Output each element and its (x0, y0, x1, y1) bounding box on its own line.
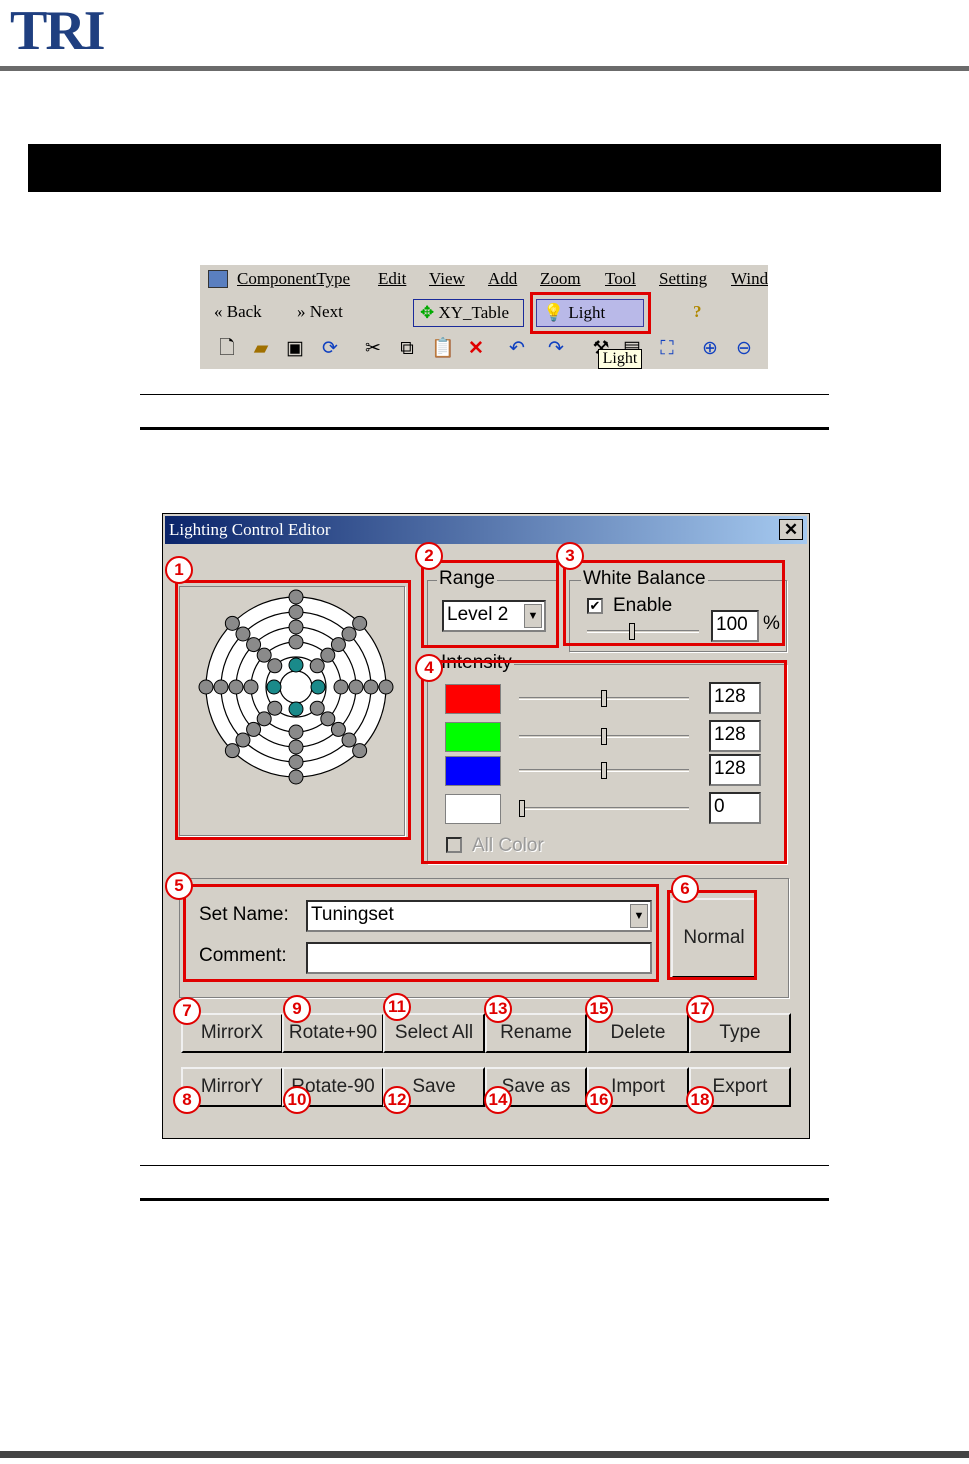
double-chevron-left-icon: « (214, 302, 223, 321)
marker-16: 16 (585, 1086, 613, 1114)
fit-view-icon[interactable]: ⛶ (656, 338, 678, 360)
marker-12: 12 (383, 1086, 411, 1114)
paste-icon[interactable]: 📋 (431, 338, 455, 360)
marker-14: 14 (484, 1086, 512, 1114)
menu-bar: ComponentType Edit View Add Zoom Tool Se… (200, 265, 768, 295)
next-label: Next (309, 302, 343, 321)
double-chevron-right-icon: » (297, 302, 306, 321)
highlight-box-6 (667, 890, 757, 980)
menu-componenttype[interactable]: ComponentType (237, 269, 350, 289)
light-tooltip: Light (598, 349, 642, 369)
marker-3: 3 (556, 542, 584, 570)
dialog-title: Lighting Control Editor (169, 520, 331, 539)
highlight-box-2 (421, 560, 559, 648)
figure-caption-rule-2 (140, 1165, 829, 1201)
app-icon (208, 270, 228, 288)
cut-icon[interactable]: ✂ (362, 338, 384, 360)
marker-2: 2 (415, 542, 443, 570)
marker-8: 8 (173, 1086, 201, 1114)
marker-1: 1 (165, 556, 193, 584)
menu-tool[interactable]: Tool (605, 269, 636, 289)
menu-view[interactable]: View (429, 269, 465, 289)
save-disk-icon[interactable]: ▣ (284, 338, 306, 360)
tri-logo: TRI (10, 0, 106, 62)
dialog-titlebar: Lighting Control Editor ✕ (165, 516, 807, 544)
move-arrows-icon: ✥ (420, 303, 435, 322)
close-button[interactable]: ✕ (779, 519, 803, 540)
refresh-icon[interactable]: ⟳ (319, 338, 341, 360)
menu-setting[interactable]: Setting (659, 269, 707, 289)
marker-5: 5 (165, 872, 193, 900)
back-label: Back (226, 302, 262, 321)
menu-add[interactable]: Add (488, 269, 517, 289)
marker-13: 13 (484, 995, 512, 1023)
standard-toolbar: 🗋 ▰ ▣ ⟳ ✂ ⧉ 📋 ✕ ↶ ↷ ⚒ ▤ ⛶ ⊕ ⊖ (200, 333, 768, 367)
figure-caption-rule-1 (140, 394, 829, 430)
highlight-box-3 (563, 560, 785, 646)
copy-icon[interactable]: ⧉ (396, 338, 418, 360)
open-folder-icon[interactable]: ▰ (250, 338, 272, 360)
light-highlight-box (530, 292, 651, 334)
highlight-box-5 (183, 884, 659, 982)
menu-window[interactable]: Wind (731, 269, 768, 289)
marker-17: 17 (686, 995, 714, 1023)
xy-table-button[interactable]: ✥ XY_Table (413, 299, 524, 327)
section-title-bar (28, 144, 941, 192)
marker-10: 10 (283, 1086, 311, 1114)
back-button[interactable]: « Back (214, 299, 294, 327)
help-icon[interactable]: ? (693, 299, 715, 327)
marker-6: 6 (671, 875, 699, 903)
zoom-in-icon[interactable]: ⊕ (699, 338, 721, 360)
new-file-icon[interactable]: 🗋 (216, 338, 238, 360)
highlight-box-1 (175, 580, 411, 840)
zoom-out-icon[interactable]: ⊖ (733, 338, 755, 360)
next-button[interactable]: » Next (297, 299, 377, 327)
undo-icon[interactable]: ↶ (506, 338, 528, 360)
menu-zoom[interactable]: Zoom (540, 269, 581, 289)
marker-7: 7 (173, 997, 201, 1025)
menu-edit[interactable]: Edit (378, 269, 406, 289)
lighting-control-editor: Lighting Control Editor ✕ Range Level 2 … (162, 513, 810, 1139)
highlight-box-4 (421, 660, 787, 864)
marker-4: 4 (415, 654, 443, 682)
redo-icon[interactable]: ↷ (545, 338, 567, 360)
toolbar-screenshot: ComponentType Edit View Add Zoom Tool Se… (200, 265, 768, 369)
navigation-toolbar: « Back » Next ✥ XY_Table 💡 Light ? (200, 296, 768, 330)
marker-15: 15 (585, 995, 613, 1023)
marker-9: 9 (283, 995, 311, 1023)
footer-rule (0, 1451, 969, 1458)
marker-18: 18 (686, 1086, 714, 1114)
delete-icon[interactable]: ✕ (465, 338, 487, 360)
marker-11: 11 (383, 993, 411, 1021)
header-rule (0, 66, 969, 71)
xy-table-label: XY_Table (438, 303, 510, 322)
